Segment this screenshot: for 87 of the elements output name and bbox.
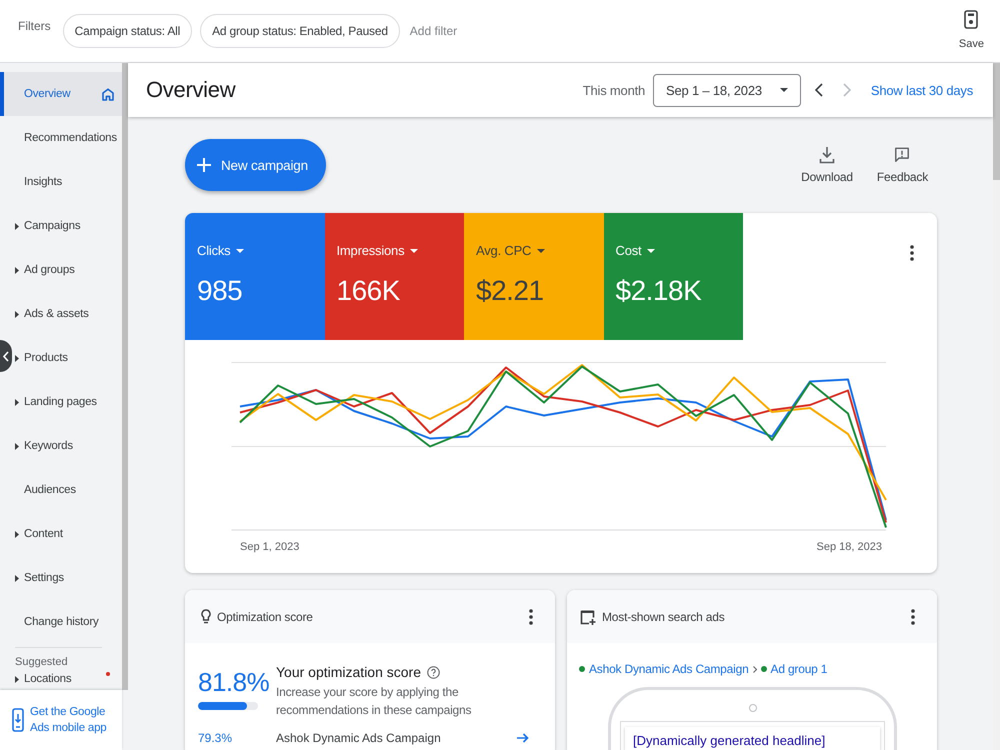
caret-icon — [15, 310, 19, 318]
metric-tile[interactable]: Clicks 985 — [185, 213, 324, 340]
chevron-left-icon — [3, 350, 9, 362]
chevron-left-icon — [814, 83, 823, 97]
home-icon — [102, 88, 114, 100]
sidebar-item[interactable]: Locations — [13, 669, 122, 689]
plus-icon — [197, 158, 211, 172]
caret-icon — [537, 249, 546, 253]
score-value: 81.8% — [198, 667, 270, 697]
download-icon — [819, 146, 835, 164]
metric-tile[interactable]: Avg. CPC $2.21 — [464, 213, 604, 340]
filters-label: Filters — [18, 19, 51, 33]
breadcrumb-link[interactable]: Ad group 1 — [770, 661, 828, 677]
sidebar-item[interactable]: Landing pages — [13, 380, 122, 424]
campaign-score: 79.3% — [198, 731, 234, 745]
download-button[interactable]: Download — [801, 146, 853, 191]
axis-label: Sep 1, 2023 — [240, 540, 300, 554]
sidebar-item[interactable]: Insights — [13, 160, 122, 204]
metric-dropdown[interactable]: Impressions — [336, 243, 418, 259]
sidebar-item[interactable]: Keywords — [13, 424, 122, 468]
chevron-right-icon — [752, 666, 757, 672]
sidebar-item[interactable]: Audiences — [13, 468, 122, 512]
sidebar-item[interactable]: Ads & assets — [13, 292, 122, 336]
breadcrumb-link[interactable]: Ashok Dynamic Ads Campaign — [589, 661, 749, 677]
notification-dot-icon — [106, 672, 110, 676]
date-range-dropdown[interactable]: Sep 1 – 18, 2023 — [653, 74, 801, 106]
card-title: Most-shown search ads — [602, 610, 725, 624]
card-title: Optimization score — [217, 610, 313, 624]
filter-chip[interactable]: Campaign status: All — [62, 14, 192, 48]
sidebar-item[interactable]: Overview — [0, 72, 122, 116]
sidebar-item[interactable]: Recommendations — [13, 116, 122, 160]
campaign-name: Ashok Dynamic Ads Campaign — [276, 731, 441, 745]
metric-value: $2.18K — [616, 275, 702, 307]
save-button[interactable]: Save — [958, 0, 984, 62]
ad-headline: [Dynamically generated headline] — [633, 733, 826, 748]
caret-icon — [15, 676, 19, 682]
feedback-button[interactable]: Feedback — [876, 146, 928, 191]
metric-value: $2.21 — [476, 275, 544, 307]
section-heading: Suggested — [14, 655, 69, 669]
scrollbar-thumb[interactable] — [122, 63, 128, 690]
sidebar-item[interactable]: Content — [13, 512, 122, 556]
sidebar-item[interactable]: Ad groups — [13, 248, 122, 292]
caret-icon — [15, 442, 19, 450]
save-icon — [964, 10, 978, 29]
sidebar-item[interactable]: Products — [13, 336, 122, 380]
metric-dropdown[interactable]: Avg. CPC — [476, 243, 546, 259]
sidebar-item[interactable]: Change history — [13, 600, 122, 644]
score-description: Increase your score by applying the recommendations in these campaigns — [276, 684, 472, 719]
add-filter-link[interactable]: Add filter — [410, 24, 458, 38]
metric-value: 166K — [336, 275, 400, 307]
more-options-icon[interactable] — [910, 245, 914, 261]
help-icon[interactable] — [427, 666, 440, 678]
feedback-icon — [894, 146, 910, 164]
caret-icon — [15, 266, 19, 274]
sidebar-item[interactable]: Settings — [13, 556, 122, 600]
caret-icon — [780, 88, 788, 92]
caret-icon — [647, 249, 656, 253]
lightbulb-icon — [201, 608, 211, 624]
metric-value: 985 — [197, 275, 242, 307]
page-title: Overview — [146, 77, 236, 103]
caret-icon — [15, 530, 19, 538]
arrow-right-icon[interactable] — [517, 733, 529, 743]
show-last-30-days-link[interactable]: Show last 30 days — [870, 82, 973, 98]
new-campaign-button[interactable]: New campaign — [185, 139, 326, 191]
phone-download-icon — [12, 708, 24, 732]
caret-icon — [15, 222, 19, 230]
more-options-icon[interactable] — [911, 608, 915, 624]
caret-icon — [236, 249, 244, 253]
caret-icon — [410, 249, 418, 253]
metric-dropdown[interactable]: Clicks — [197, 243, 244, 259]
axis-label: Sep 18, 2023 — [816, 540, 882, 554]
window-plus-icon — [580, 608, 596, 624]
metric-dropdown[interactable]: Cost — [616, 243, 656, 259]
sidebar-item[interactable]: Campaigns — [13, 204, 122, 248]
caret-icon — [15, 398, 19, 406]
range-label: This month — [582, 82, 646, 98]
scrollbar-thumb[interactable] — [993, 63, 1000, 180]
filter-chip[interactable]: Ad group status: Enabled, Paused — [200, 14, 400, 48]
score-heading: Your optimization score — [276, 663, 422, 681]
metric-tile[interactable]: Cost $2.18K — [604, 213, 743, 340]
mobile-app-link[interactable]: Get the Google Ads mobile app — [30, 704, 116, 736]
caret-icon — [15, 574, 19, 582]
chevron-right-icon — [842, 83, 851, 97]
camera-dot-icon — [748, 704, 756, 712]
caret-icon — [15, 354, 19, 362]
more-options-icon[interactable] — [529, 608, 533, 624]
metric-tile[interactable]: Impressions 166K — [324, 213, 464, 340]
